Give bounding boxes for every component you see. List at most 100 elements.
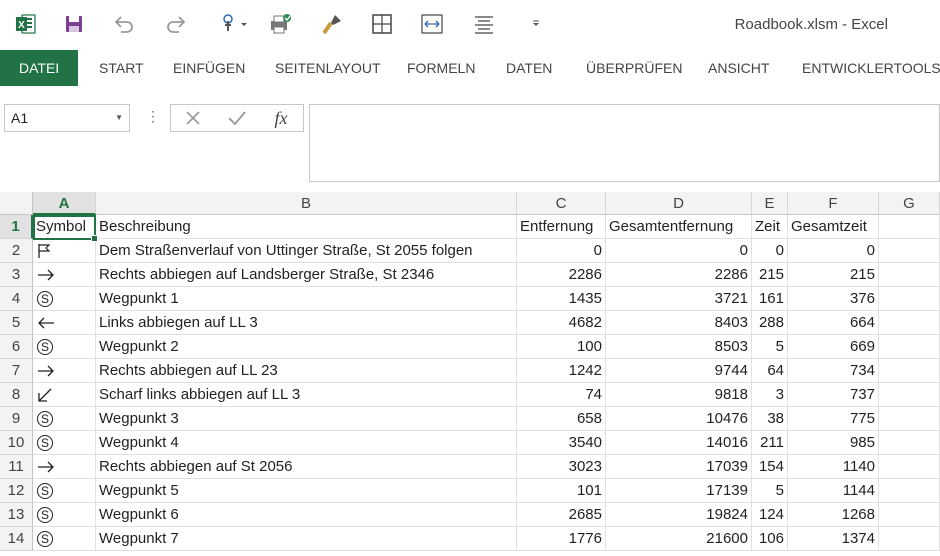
cell[interactable]: 0 <box>788 239 879 263</box>
cell[interactable]: 1144 <box>788 479 879 503</box>
align-icon[interactable] <box>470 10 498 38</box>
borders-icon[interactable] <box>368 10 396 38</box>
cell[interactable]: Links abbiegen auf LL 3 <box>96 311 517 335</box>
cell-symbol[interactable]: S <box>33 407 96 431</box>
cell[interactable]: 0 <box>606 239 752 263</box>
redo-icon[interactable] <box>162 10 190 38</box>
cell[interactable]: 8503 <box>606 335 752 359</box>
format-painter-icon[interactable] <box>318 10 346 38</box>
cell[interactable]: 1435 <box>517 287 606 311</box>
save-icon[interactable] <box>60 10 88 38</box>
cell[interactable] <box>879 455 940 479</box>
cell[interactable]: 161 <box>752 287 788 311</box>
cell[interactable]: Rechts abbiegen auf LL 23 <box>96 359 517 383</box>
cell[interactable]: 734 <box>788 359 879 383</box>
cell[interactable]: 38 <box>752 407 788 431</box>
cell[interactable]: 1140 <box>788 455 879 479</box>
cell-symbol[interactable]: S <box>33 335 96 359</box>
cell[interactable]: 100 <box>517 335 606 359</box>
cell[interactable]: Scharf links abbiegen auf LL 3 <box>96 383 517 407</box>
cell[interactable]: 101 <box>517 479 606 503</box>
tab-datei[interactable]: DATEI <box>0 50 79 86</box>
cell[interactable]: 9744 <box>606 359 752 383</box>
cell[interactable]: 3 <box>752 383 788 407</box>
cell[interactable]: 664 <box>788 311 879 335</box>
cell[interactable]: 658 <box>517 407 606 431</box>
cell[interactable]: 0 <box>517 239 606 263</box>
cell[interactable] <box>879 287 940 311</box>
cell[interactable]: Rechts abbiegen auf Landsberger Straße, … <box>96 263 517 287</box>
row-header[interactable]: 2 <box>0 239 33 263</box>
column-width-icon[interactable] <box>418 10 446 38</box>
cell[interactable]: 211 <box>752 431 788 455</box>
cell-symbol[interactable] <box>33 359 96 383</box>
touch-mode-icon[interactable] <box>214 10 250 38</box>
cell[interactable]: 4682 <box>517 311 606 335</box>
cell-symbol[interactable] <box>33 263 96 287</box>
undo-icon[interactable] <box>110 10 138 38</box>
tab-seitenlayout[interactable]: SEITENLAYOUT <box>275 50 381 86</box>
cell-symbol[interactable] <box>33 455 96 479</box>
row-header[interactable]: 13 <box>0 503 33 527</box>
cell[interactable]: 215 <box>788 263 879 287</box>
cell[interactable]: Wegpunkt 4 <box>96 431 517 455</box>
header-cell[interactable]: Zeit <box>752 215 788 239</box>
row-header[interactable]: 6 <box>0 335 33 359</box>
cell[interactable]: Rechts abbiegen auf St 2056 <box>96 455 517 479</box>
cell[interactable]: 1242 <box>517 359 606 383</box>
cell[interactable]: Wegpunkt 5 <box>96 479 517 503</box>
cell[interactable]: 775 <box>788 407 879 431</box>
row-header[interactable]: 4 <box>0 287 33 311</box>
cell[interactable]: 21600 <box>606 527 752 551</box>
chevron-down-icon[interactable]: ▼ <box>115 105 123 131</box>
cell[interactable] <box>879 383 940 407</box>
cell-symbol[interactable]: S <box>33 503 96 527</box>
cell[interactable]: 17039 <box>606 455 752 479</box>
column-header-d[interactable]: D <box>606 192 752 215</box>
cell[interactable]: Wegpunkt 7 <box>96 527 517 551</box>
header-cell[interactable]: Gesamtzeit <box>788 215 879 239</box>
cell[interactable] <box>879 431 940 455</box>
cell[interactable] <box>879 479 940 503</box>
cell[interactable]: 3540 <box>517 431 606 455</box>
cell[interactable] <box>879 527 940 551</box>
row-header[interactable]: 1 <box>0 215 33 239</box>
cell[interactable]: 74 <box>517 383 606 407</box>
tab-ueberpruefen[interactable]: ÜBERPRÜFEN <box>586 50 682 86</box>
more-options-icon[interactable]: ⋮ <box>146 108 160 125</box>
cell[interactable] <box>879 359 940 383</box>
cell[interactable] <box>879 311 940 335</box>
tab-start[interactable]: START <box>99 50 144 86</box>
cell[interactable]: 1374 <box>788 527 879 551</box>
cell[interactable]: 106 <box>752 527 788 551</box>
cell[interactable]: 376 <box>788 287 879 311</box>
cell[interactable]: 9818 <box>606 383 752 407</box>
cell[interactable]: 1776 <box>517 527 606 551</box>
cell[interactable]: 2286 <box>606 263 752 287</box>
cell[interactable]: 14016 <box>606 431 752 455</box>
cell[interactable]: 3721 <box>606 287 752 311</box>
excel-logo-icon[interactable]: X <box>12 10 40 38</box>
cell[interactable]: 215 <box>752 263 788 287</box>
tab-entwicklertools[interactable]: ENTWICKLERTOOLS <box>802 50 940 86</box>
cell[interactable]: 3023 <box>517 455 606 479</box>
header-cell[interactable]: Gesamtentfernung <box>606 215 752 239</box>
column-header-f[interactable]: F <box>788 192 879 215</box>
cell[interactable]: 5 <box>752 479 788 503</box>
cell[interactable]: 64 <box>752 359 788 383</box>
cell[interactable] <box>879 503 940 527</box>
column-header-g[interactable]: G <box>879 192 940 215</box>
row-header[interactable]: 11 <box>0 455 33 479</box>
cell[interactable]: 288 <box>752 311 788 335</box>
cell[interactable]: 669 <box>788 335 879 359</box>
confirm-icon[interactable] <box>217 105 257 131</box>
select-all-corner[interactable] <box>0 192 33 215</box>
insert-function-button[interactable]: fx <box>261 105 301 131</box>
row-header[interactable]: 9 <box>0 407 33 431</box>
tab-daten[interactable]: DATEN <box>506 50 552 86</box>
column-header-b[interactable]: B <box>96 192 517 215</box>
customize-qat-icon[interactable] <box>522 10 550 38</box>
cell[interactable]: 8403 <box>606 311 752 335</box>
cell[interactable]: 2685 <box>517 503 606 527</box>
cell[interactable]: 19824 <box>606 503 752 527</box>
